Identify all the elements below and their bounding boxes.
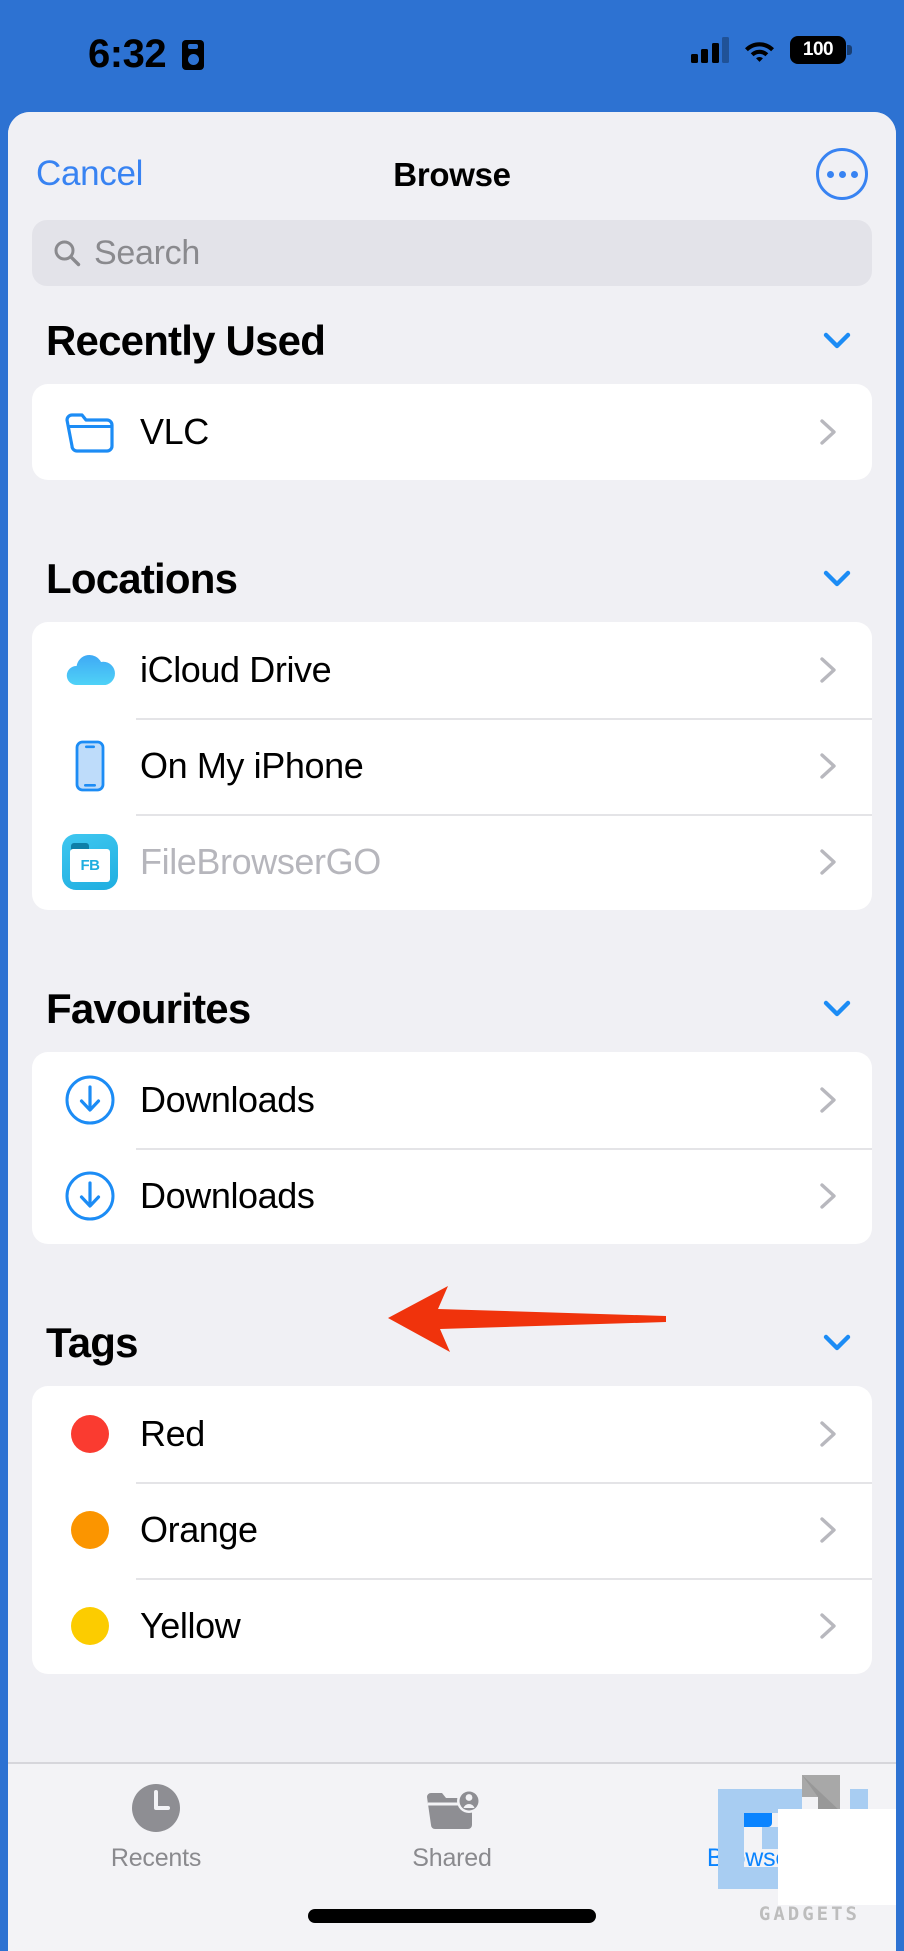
- search-icon: [52, 238, 82, 268]
- chevron-right-icon: [820, 1087, 836, 1113]
- list-item-label: Downloads: [140, 1079, 315, 1120]
- list-item[interactable]: On My iPhone: [32, 718, 872, 814]
- icloud-drive-icon: [62, 642, 118, 698]
- status-bar: 6:32 100: [0, 0, 904, 118]
- chevron-right-icon: [820, 1421, 836, 1447]
- tab-label: Shared: [412, 1844, 492, 1872]
- shared-folder-person-icon: [424, 1780, 480, 1836]
- search-input[interactable]: [94, 233, 852, 273]
- wifi-icon: [743, 38, 776, 62]
- list-item-label: On My iPhone: [140, 745, 364, 786]
- folder-filled-icon: [722, 1780, 774, 1836]
- files-browse-sheet: Cancel Browse Recently Used VLC Locations i…: [8, 112, 896, 1951]
- status-bar-time: 6:32: [88, 32, 167, 76]
- chevron-down-icon[interactable]: [820, 324, 854, 358]
- chevron-down-icon[interactable]: [820, 992, 854, 1026]
- download-circle-icon: [62, 1168, 118, 1224]
- section-title: Locations: [46, 555, 238, 602]
- battery-level-label: 100: [802, 39, 834, 60]
- clock-icon: [130, 1780, 182, 1836]
- section-header-locations[interactable]: Locations: [8, 536, 896, 622]
- list-item-label: Orange: [140, 1509, 258, 1550]
- more-ellipsis-icon[interactable]: [816, 148, 868, 200]
- list-item-label: iCloud Drive: [140, 649, 332, 690]
- page-title: Browse: [393, 156, 511, 193]
- tab-bar: Recents Shared Browse: [8, 1762, 896, 1951]
- list-item[interactable]: Red: [32, 1386, 872, 1482]
- search-bar[interactable]: [32, 220, 872, 286]
- section-card: iCloud Drive On My iPhone FB FileBrowserGO: [32, 622, 872, 910]
- navigation-bar: Cancel Browse: [8, 112, 896, 218]
- tab-label: Browse: [706, 1844, 790, 1872]
- tag-dot-icon: [62, 1502, 118, 1558]
- battery-icon: 100: [790, 36, 852, 64]
- download-circle-icon: [62, 1072, 118, 1128]
- section-title: Recently Used: [46, 317, 326, 364]
- list-item-label: Red: [140, 1413, 205, 1454]
- browse-list[interactable]: Recently Used VLC Locations iCloud Drive On …: [8, 298, 896, 1762]
- cellular-signal-icon: [690, 37, 729, 63]
- folder-outline-icon: [62, 404, 118, 460]
- list-item-label: VLC: [140, 411, 209, 452]
- list-item[interactable]: Downloads: [32, 1052, 872, 1148]
- chevron-right-icon: [820, 753, 836, 779]
- chevron-right-icon: [820, 1613, 836, 1639]
- section-title: Tags: [46, 1319, 139, 1366]
- section-card: VLC: [32, 384, 872, 480]
- chevron-right-icon: [820, 1517, 836, 1543]
- list-item[interactable]: VLC: [32, 384, 872, 480]
- home-indicator: [308, 1909, 596, 1923]
- list-item-label: Yellow: [140, 1605, 241, 1646]
- section-title: Favourites: [46, 985, 251, 1032]
- filebrowsergo-app-icon: FB: [62, 834, 118, 890]
- list-item[interactable]: iCloud Drive: [32, 622, 872, 718]
- iphone-screen: 6:32 100 Cancel Browse Search Recently U…: [0, 0, 904, 1951]
- section-header-favourites[interactable]: Favourites: [8, 966, 896, 1052]
- chevron-down-icon[interactable]: [820, 562, 854, 596]
- chevron-right-icon: [820, 849, 836, 875]
- tag-dot-icon: [62, 1406, 118, 1462]
- tab-list: Recents Shared Browse: [8, 1764, 896, 1896]
- list-item[interactable]: Orange: [32, 1482, 872, 1578]
- chevron-right-icon: [820, 657, 836, 683]
- list-item-label: FileBrowserGO: [140, 841, 381, 882]
- tab-browse[interactable]: Browse: [600, 1764, 896, 1896]
- tab-label: Recents: [110, 1844, 202, 1872]
- face-id-icon: [182, 40, 204, 70]
- status-bar-indicators: 100: [690, 36, 852, 64]
- section-card: Downloads Downloads: [32, 1052, 872, 1244]
- chevron-right-icon: [820, 419, 836, 445]
- section-header-tags[interactable]: Tags: [8, 1300, 896, 1386]
- section-header-recently-used[interactable]: Recently Used: [8, 298, 896, 384]
- tab-recents[interactable]: Recents: [8, 1764, 304, 1896]
- list-item: FB FileBrowserGO: [32, 814, 872, 910]
- tab-shared[interactable]: Shared: [304, 1764, 600, 1896]
- chevron-right-icon: [820, 1183, 836, 1209]
- section-card: Red Orange Yellow: [32, 1386, 872, 1674]
- list-item[interactable]: Yellow: [32, 1578, 872, 1674]
- tag-dot-icon: [62, 1598, 118, 1654]
- list-item[interactable]: Downloads: [32, 1148, 872, 1244]
- chevron-down-icon[interactable]: [820, 1326, 854, 1360]
- iphone-icon: [62, 738, 118, 794]
- list-item-label: Downloads: [140, 1175, 315, 1216]
